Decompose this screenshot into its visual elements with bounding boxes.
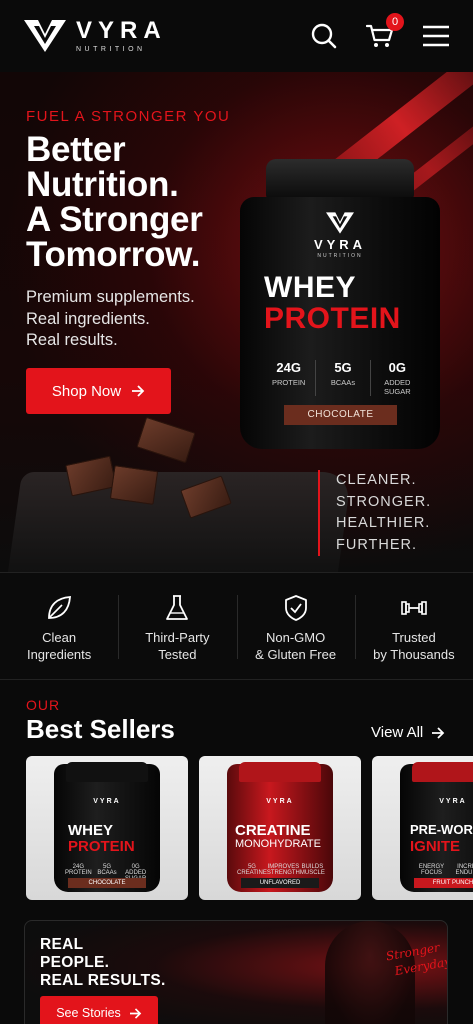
arrow-right-icon	[432, 726, 445, 739]
view-all-link[interactable]: View All	[371, 724, 445, 741]
cart-count-badge: 0	[386, 13, 404, 31]
search-icon	[311, 23, 337, 49]
see-stories-button[interactable]: See Stories	[40, 996, 158, 1024]
site-header: VYRA NUTRITION 0	[0, 0, 473, 72]
product-name-line1: WHEY	[264, 271, 356, 304]
hero-tagline: CLEANER. STRONGER. HEALTHIER. FURTHER.	[318, 470, 431, 556]
dumbbell-icon	[401, 601, 427, 615]
hero-headline: Better Nutrition. A Stronger Tomorrow.	[26, 130, 203, 274]
product-card-creatine[interactable]: VYRA CREATINE MONOHYDRATE 5G CREATINE IMP…	[199, 756, 361, 900]
flavor-label: CHOCOLATE	[284, 405, 397, 425]
stories-title: REAL PEOPLE. REAL RESULTS.	[40, 936, 166, 989]
brand-subtitle: NUTRITION	[76, 46, 146, 53]
best-sellers-title: Best Sellers	[26, 714, 175, 744]
arrow-right-icon	[129, 1007, 142, 1019]
chocolate-chunk	[109, 465, 159, 505]
hero-eyebrow: FUEL A STRONGER YOU	[26, 108, 231, 125]
product-card-pre-workout[interactable]: VYRA PRE-WORK IGNITE ENERGY FOCUSINCREAS…	[372, 756, 473, 900]
feature-third-party-tested: Third-Party Tested	[118, 573, 236, 679]
product-stats: 24G PROTEIN 5G BCAAs 0G ADDED SUGAR	[262, 360, 424, 396]
feature-clean-ingredients: Clean Ingredients	[0, 573, 118, 679]
product-tub-image: VYRA WHEY PROTEIN 24G PROTEIN 5G BCAAs 0G …	[54, 762, 160, 892]
features-strip: Clean Ingredients Third-Party Tested Non-G…	[0, 572, 473, 680]
product-carousel[interactable]: VYRA WHEY PROTEIN 24G PROTEIN 5G BCAAs 0G …	[26, 756, 473, 900]
rock-pedestal	[7, 472, 353, 572]
vyra-logo-icon	[326, 212, 354, 234]
best-sellers-eyebrow: OUR	[26, 697, 61, 713]
product-tub-image: VYRA PRE-WORK IGNITE ENERGY FOCUSINCREAS…	[400, 762, 473, 892]
feature-non-gmo: Non-GMO & Gluten Free	[236, 573, 355, 679]
stories-banner: REAL PEOPLE. REAL RESULTS. See Stories S…	[24, 920, 448, 1024]
brand-name: VYRA	[76, 17, 167, 44]
menu-icon	[423, 25, 449, 47]
menu-button[interactable]	[421, 21, 451, 51]
flask-icon	[166, 595, 189, 620]
shield-check-icon	[284, 595, 307, 621]
hero-banner: FUEL A STRONGER YOU Better Nutrition. A …	[0, 72, 473, 572]
cart-button[interactable]: 0	[365, 13, 404, 51]
whey-protein-tub-image: VYRA NUTRITION WHEY PROTEIN 24G PROTEIN 5…	[240, 159, 440, 449]
feature-trusted: Trusted by Thousands	[354, 573, 473, 679]
arrow-right-icon	[132, 385, 145, 397]
product-tub-image: VYRA CREATINE MONOHYDRATE 5G CREATINE IMP…	[227, 762, 333, 892]
brand-logo[interactable]: VYRA NUTRITION	[22, 18, 167, 54]
product-name-line2: PROTEIN	[264, 302, 401, 335]
leaf-icon	[48, 596, 72, 619]
vyra-logo-icon	[24, 20, 66, 52]
shop-now-button[interactable]: Shop Now	[26, 368, 171, 414]
search-button[interactable]	[309, 21, 339, 51]
product-card-whey-protein[interactable]: VYRA WHEY PROTEIN 24G PROTEIN 5G BCAAs 0G …	[26, 756, 188, 900]
chocolate-chunk	[136, 416, 196, 464]
hero-subcopy: Premium supplements. Real ingredients. R…	[26, 288, 195, 349]
